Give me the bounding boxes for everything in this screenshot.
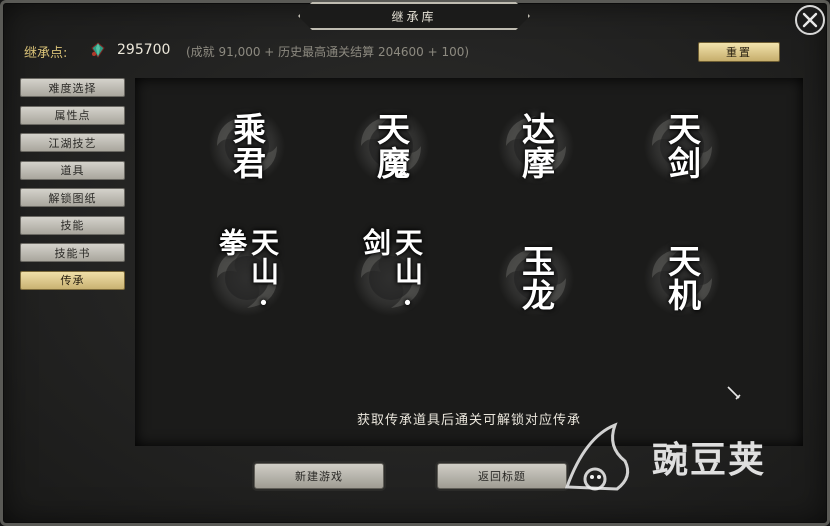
sword-cursor-icon [727,386,741,400]
inheritance-panel: 乘君 天魔 达摩 天剑天山·拳 天山·剑 玉龙 天机 [135,78,803,446]
inheritance-item[interactable]: 天魔 [341,96,441,196]
inheritance-item[interactable]: 玉龙 [486,228,586,328]
sidebar-tab[interactable]: 传承 [20,270,125,290]
inherit-points-label: 继承点: [24,46,68,61]
inheritance-item[interactable]: 乘君 [197,96,297,196]
window-title-banner: 继承库 [298,2,530,30]
inheritance-name: 天魔 [371,112,411,180]
sidebar-tab[interactable]: 江湖技艺 [20,133,125,152]
reset-button[interactable]: 重置 [698,42,780,62]
inheritance-name: 天机 [662,244,702,312]
inheritance-item[interactable]: 天剑 [632,96,732,196]
inheritance-item[interactable]: 天山·拳 [197,228,297,328]
inheritance-name: 玉龙 [516,244,556,312]
sidebar-tab[interactable]: 解锁图纸 [20,188,125,207]
gem-icon [91,42,105,58]
sidebar-tab[interactable]: 难度选择 [20,78,125,97]
window-title: 继承库 [391,9,437,24]
inheritance-name: 达摩 [516,112,556,180]
sidebar-tab[interactable]: 技能书 [20,243,125,262]
inheritance-name: 天山·拳 [215,228,280,320]
sidebar-tab[interactable]: 道具 [20,160,125,180]
inherit-points-value: 295700 [117,42,171,58]
close-button[interactable] [795,5,825,35]
new-game-button[interactable]: 新建游戏 [254,463,384,489]
sidebar-tab[interactable]: 技能 [20,215,125,235]
inheritance-name: 乘君 [227,112,267,180]
inheritance-item[interactable]: 天山·剑 [341,228,441,328]
sidebar-tab[interactable]: 属性点 [20,105,125,125]
inherit-points-formula: (成就 91,000 + 历史最高通关结算 204600 + 100) [186,45,470,59]
inheritance-name: 天山·剑 [359,228,424,320]
inheritance-name: 天剑 [662,112,702,180]
watermark-text: 豌豆荚 [652,440,767,481]
inheritance-item[interactable]: 天机 [632,228,732,328]
back-to-title-button[interactable]: 返回标题 [437,463,567,489]
inheritance-item[interactable]: 达摩 [486,96,586,196]
close-icon [802,12,818,28]
